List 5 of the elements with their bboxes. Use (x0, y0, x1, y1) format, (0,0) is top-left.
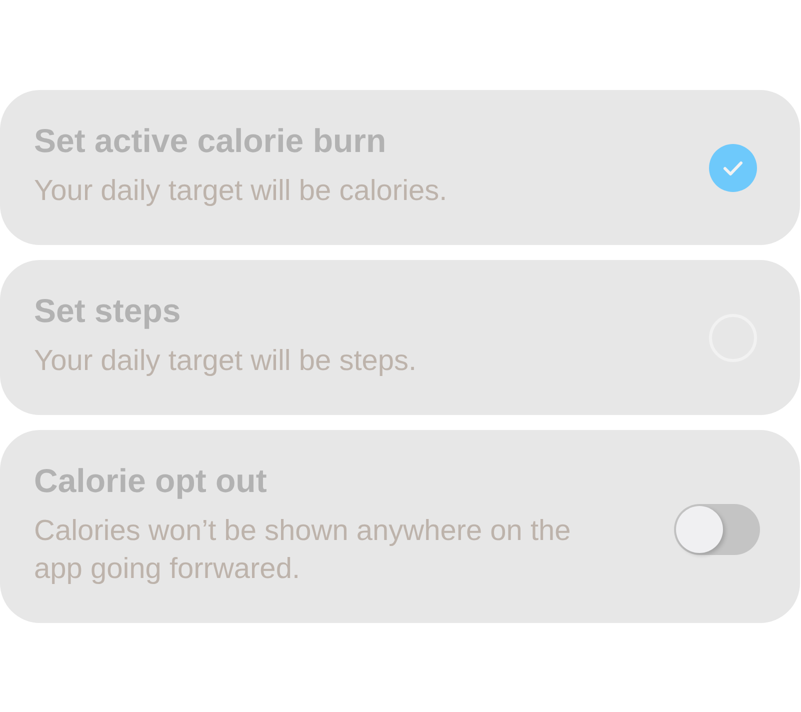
checkmark-icon[interactable] (709, 144, 757, 192)
option-description: Your daily target will be steps. (34, 344, 417, 379)
option-description: Calories won’t be shown anywhere on the app going forrwared. (34, 514, 572, 587)
toggle-switch[interactable] (674, 504, 760, 555)
option-description: Your daily target will be calories. (34, 174, 448, 209)
